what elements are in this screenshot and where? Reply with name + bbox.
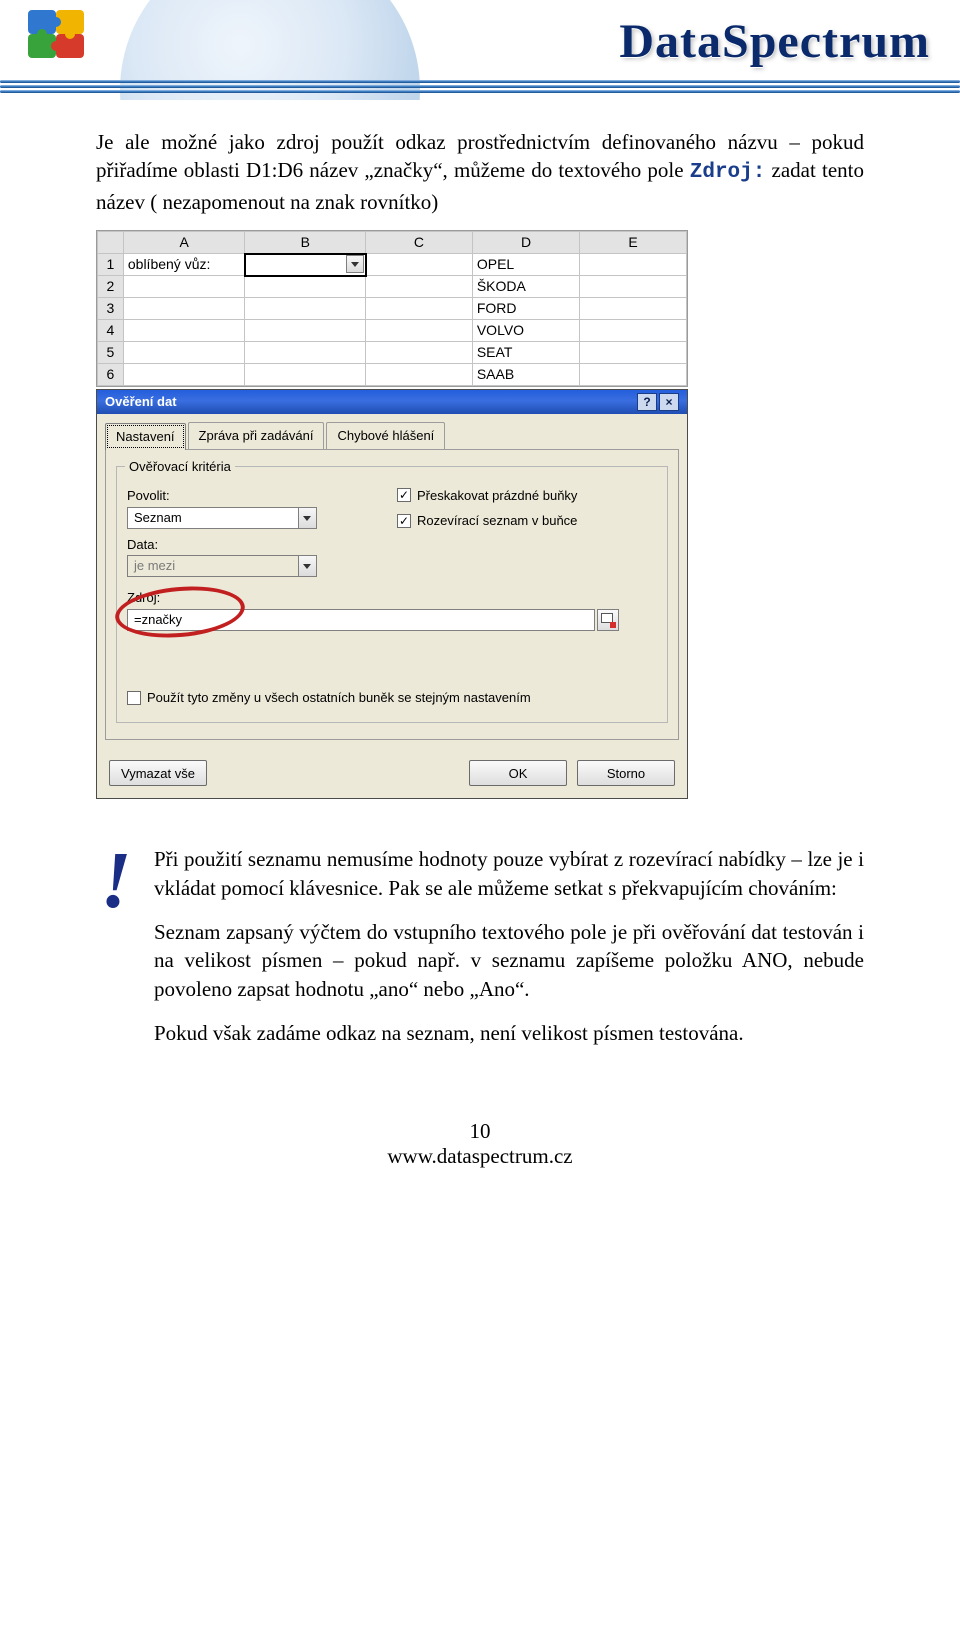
intro-paragraph: Je ale možné jako zdroj použít odkaz pro… [96, 128, 864, 216]
cell[interactable] [123, 342, 245, 364]
dialog-button-bar: Vymazat vše OK Storno [97, 750, 687, 798]
cell[interactable] [580, 364, 687, 386]
checkbox-icon [127, 691, 141, 705]
cancel-button[interactable]: Storno [577, 760, 675, 786]
cell[interactable]: ŠKODA [472, 276, 579, 298]
source-label: Zdroj: [127, 590, 160, 605]
cell-C1[interactable] [366, 254, 473, 276]
cell-E1[interactable] [580, 254, 687, 276]
cell[interactable] [245, 320, 366, 342]
cell[interactable] [123, 276, 245, 298]
cell[interactable] [366, 298, 473, 320]
source-input[interactable]: =značky [127, 609, 595, 631]
cell[interactable] [245, 364, 366, 386]
cell[interactable] [580, 276, 687, 298]
source-input-value: =značky [134, 611, 182, 629]
in-cell-dropdown-checkbox[interactable]: ✓ Rozevírací seznam v buňce [397, 512, 577, 530]
footer-link[interactable]: www.dataspectrum.cz [387, 1144, 572, 1168]
dialog-titlebar[interactable]: Ověření dat ? × [97, 390, 687, 414]
cell[interactable] [245, 298, 366, 320]
data-combo-value: je mezi [128, 557, 298, 575]
corner-cell [98, 232, 124, 254]
tab-input-message[interactable]: Zpráva při zadávání [188, 422, 325, 449]
note-paragraph-1: Při použití seznamu nemusíme hodnoty pou… [154, 845, 864, 902]
checkbox-icon: ✓ [397, 514, 411, 528]
cell[interactable] [245, 276, 366, 298]
cell[interactable] [123, 298, 245, 320]
criteria-legend: Ověřovací kritéria [125, 458, 235, 476]
puzzle-icon [22, 6, 100, 68]
row-header[interactable]: 3 [98, 298, 124, 320]
row-header[interactable]: 6 [98, 364, 124, 386]
brand-logo-text: DataSpectrum [619, 14, 930, 69]
cell[interactable] [123, 320, 245, 342]
cell-D1[interactable]: OPEL [472, 254, 579, 276]
cell-A1[interactable]: oblíbený vůz: [123, 254, 245, 276]
clear-all-button[interactable]: Vymazat vše [109, 760, 207, 786]
page-header: DataSpectrum [0, 0, 960, 100]
help-button[interactable]: ? [637, 393, 657, 411]
data-combo: je mezi [127, 555, 317, 577]
cell[interactable] [366, 320, 473, 342]
page-number: 10 [0, 1119, 960, 1144]
row-header[interactable]: 4 [98, 320, 124, 342]
header-rule [0, 80, 960, 94]
note-paragraph-3: Pokud však zadáme odkaz na seznam, není … [154, 1019, 864, 1047]
col-header-A[interactable]: A [123, 232, 245, 254]
skip-blanks-checkbox[interactable]: ✓ Přeskakovat prázdné buňky [397, 487, 577, 505]
spreadsheet-figure: A B C D E 1 oblíbený vůz: OPEL [96, 230, 688, 387]
close-button[interactable]: × [659, 393, 679, 411]
cell[interactable] [580, 298, 687, 320]
exclamation-icon: ! [96, 849, 136, 1063]
settings-pane: Ověřovací kritéria Povolit: Seznam ✓ [105, 449, 679, 741]
page-footer: 10 www.dataspectrum.cz [0, 1119, 960, 1189]
col-header-C[interactable]: C [366, 232, 473, 254]
cell[interactable] [366, 276, 473, 298]
cell[interactable]: SAAB [472, 364, 579, 386]
allow-label: Povolit: [127, 487, 337, 505]
cell[interactable]: SEAT [472, 342, 579, 364]
cell[interactable]: VOLVO [472, 320, 579, 342]
ok-button[interactable]: OK [469, 760, 567, 786]
skip-blanks-label: Přeskakovat prázdné buňky [417, 487, 577, 505]
cell[interactable] [366, 342, 473, 364]
cell[interactable] [123, 364, 245, 386]
col-header-B[interactable]: B [245, 232, 366, 254]
note-block: ! Při použití seznamu nemusíme hodnoty p… [96, 845, 864, 1063]
row-header[interactable]: 1 [98, 254, 124, 276]
data-label: Data: [127, 536, 337, 554]
intro-zdroj-label: Zdroj: [690, 161, 766, 184]
dialog-tabs: Nastavení Zpráva při zadávání Chybové hl… [97, 414, 687, 449]
cell[interactable] [366, 364, 473, 386]
apply-all-label: Použít tyto změny u všech ostatních buně… [147, 689, 531, 707]
chevron-down-icon[interactable] [298, 508, 316, 528]
cell-B1-selected[interactable] [245, 254, 366, 276]
criteria-group: Ověřovací kritéria Povolit: Seznam ✓ [116, 466, 668, 724]
allow-combo-value: Seznam [128, 509, 298, 527]
tab-settings[interactable]: Nastavení [105, 423, 186, 450]
apply-all-checkbox[interactable]: Použít tyto změny u všech ostatních buně… [127, 689, 531, 707]
cell[interactable] [580, 320, 687, 342]
note-paragraph-2: Seznam zapsaný výčtem do vstupního texto… [154, 918, 864, 1003]
allow-combo[interactable]: Seznam [127, 507, 317, 529]
in-cell-dropdown-label: Rozevírací seznam v buňce [417, 512, 577, 530]
col-header-D[interactable]: D [472, 232, 579, 254]
tab-error-alert[interactable]: Chybové hlášení [326, 422, 445, 449]
data-validation-dialog: Ověření dat ? × Nastavení Zpráva při zad… [96, 389, 688, 799]
dialog-title: Ověření dat [105, 393, 177, 411]
range-picker-button[interactable] [597, 609, 619, 631]
checkbox-icon: ✓ [397, 488, 411, 502]
cell[interactable] [245, 342, 366, 364]
cell[interactable]: FORD [472, 298, 579, 320]
cell[interactable] [580, 342, 687, 364]
row-header[interactable]: 2 [98, 276, 124, 298]
col-header-E[interactable]: E [580, 232, 687, 254]
row-header[interactable]: 5 [98, 342, 124, 364]
dropdown-icon[interactable] [346, 255, 364, 273]
chevron-down-icon [298, 556, 316, 576]
